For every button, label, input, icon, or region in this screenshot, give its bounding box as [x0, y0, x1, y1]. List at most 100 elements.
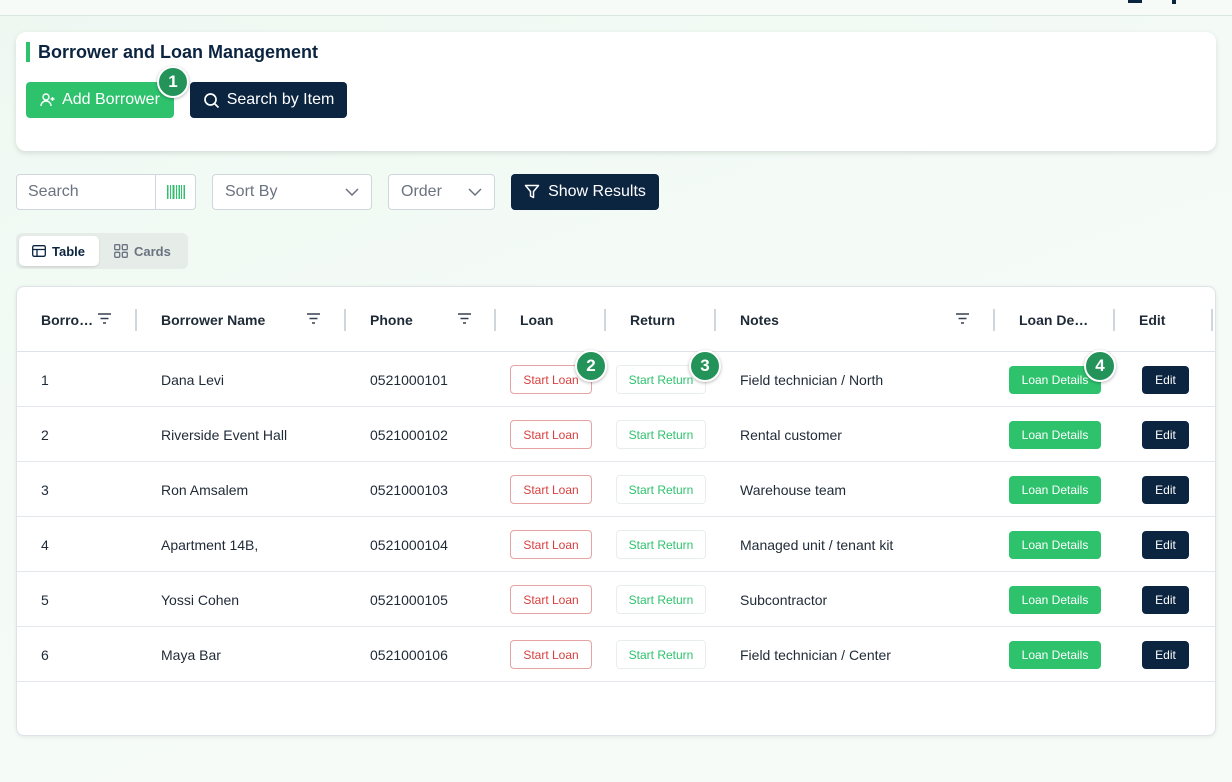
start-return-button[interactable]: Start Return [616, 585, 706, 614]
search-icon [203, 92, 219, 108]
cell-phone: 0521000106 [370, 646, 448, 663]
column-header-label: Notes [740, 311, 779, 328]
start-return-button[interactable]: Start Return [616, 475, 706, 504]
loan-details-button[interactable]: Loan Details [1009, 476, 1101, 504]
start-return-button[interactable]: Start Return [616, 530, 706, 559]
column-header-label: Borrower Name [161, 311, 266, 328]
cell-borrower-name: Riverside Event Hall [161, 426, 288, 443]
table-row: 4 Apartment 14B, 0521000104 Start Loan Start… [17, 517, 1215, 572]
filter-icon [524, 184, 540, 199]
show-results-label: Show Results [548, 183, 646, 200]
filter-icon[interactable] [457, 312, 472, 325]
table-row: 6 Maya Bar 0521000106 Start Loan Start Retur… [17, 627, 1215, 682]
barcode-scan-button[interactable] [155, 175, 195, 209]
column-header-label: Loan [520, 311, 554, 328]
step-badge-2: 2 [575, 350, 607, 382]
start-loan-button[interactable]: Start Loan [510, 530, 592, 559]
cell-id: 6 [41, 646, 49, 663]
cell-borrower-name: Apartment 14B, [161, 536, 259, 553]
loan-details-button[interactable]: Loan Details [1009, 421, 1101, 449]
edit-button[interactable]: Edit [1142, 531, 1189, 559]
search-by-item-label: Search by Item [226, 91, 335, 108]
cell-phone: 0521000102 [370, 426, 448, 443]
add-user-icon [40, 93, 55, 107]
cell-borrower-name: Maya Bar [161, 646, 221, 663]
sort-by-label: Sort By [225, 183, 278, 200]
barcode-icon [166, 185, 185, 199]
step-badge-1: 1 [157, 66, 189, 98]
stats-icon[interactable] [1128, 0, 1142, 3]
cell-notes: Field technician / Center [740, 646, 891, 663]
start-loan-button[interactable]: Start Loan [510, 640, 592, 669]
filter-icon[interactable] [306, 312, 321, 325]
table-icon [32, 245, 46, 257]
show-results-button[interactable]: Show Results [511, 174, 659, 210]
column-header-return: Return [630, 287, 718, 352]
order-label: Order [401, 183, 442, 200]
add-borrower-label: Add Borrower [62, 91, 160, 108]
search-by-item-button[interactable]: Search by Item [190, 82, 347, 118]
filter-icon[interactable] [97, 312, 112, 325]
filter-icon[interactable] [955, 312, 970, 325]
table-view-tab[interactable]: Table [19, 236, 99, 266]
start-return-button[interactable]: Start Return [616, 640, 706, 669]
table-row: 5 Yossi Cohen 0521000105 Start Loan Start Re… [17, 572, 1215, 627]
table-row: 1 Dana Levi 0521000101 Start Loan Start Retu… [17, 352, 1215, 407]
edit-button[interactable]: Edit [1142, 476, 1189, 504]
search-input[interactable] [17, 175, 155, 209]
column-header-edit: Edit [1139, 287, 1215, 352]
column-header-label: Phone [370, 311, 413, 328]
top-bar [0, 0, 1232, 16]
cell-notes: Managed unit / tenant kit [740, 536, 894, 553]
view-toggle: Table Cards [16, 233, 188, 269]
column-header-label: Edit [1139, 311, 1166, 328]
grid-icon [114, 244, 128, 258]
step-badge-3: 3 [689, 350, 721, 382]
order-select[interactable]: Order [388, 174, 495, 210]
user-icon[interactable] [1172, 0, 1176, 4]
loan-details-button[interactable]: Loan Details [1009, 641, 1101, 669]
chevron-down-icon [468, 188, 482, 196]
cell-phone: 0521000104 [370, 536, 448, 553]
cell-id: 5 [41, 591, 49, 608]
start-loan-button[interactable]: Start Loan [510, 475, 592, 504]
column-header-label: Return [630, 311, 676, 328]
chevron-down-icon [345, 188, 359, 196]
edit-button[interactable]: Edit [1142, 586, 1189, 614]
edit-button[interactable]: Edit [1142, 366, 1189, 394]
page-title: Borrower and Loan Management [26, 42, 318, 62]
cell-id: 4 [41, 536, 49, 553]
cell-borrower-name: Yossi Cohen [161, 591, 240, 608]
step-badge-4: 4 [1084, 350, 1116, 382]
start-loan-button[interactable]: Start Loan [510, 585, 592, 614]
column-header-phone[interactable]: Phone [370, 287, 498, 352]
column-header-name[interactable]: Borrower Name [161, 287, 346, 352]
cell-borrower-name: Dana Levi [161, 371, 225, 388]
sort-by-select[interactable]: Sort By [212, 174, 372, 210]
table-row: 3 Ron Amsalem 0521000103 Start Loan Start Re… [17, 462, 1215, 517]
column-header-notes[interactable]: Notes [740, 287, 996, 352]
start-loan-button[interactable]: Start Loan [510, 420, 592, 449]
borrowers-table: Borro… Borrower Name Phone Loan Return N… [16, 286, 1216, 736]
cell-borrower-name: Ron Amsalem [161, 481, 249, 498]
edit-button[interactable]: Edit [1142, 641, 1189, 669]
column-header-label: Loan De… [1019, 311, 1089, 328]
start-return-button[interactable]: Start Return [616, 420, 706, 449]
cell-phone: 0521000103 [370, 481, 448, 498]
column-header-label: Borro… [41, 311, 94, 328]
column-header-id[interactable]: Borro… [41, 287, 137, 352]
loan-details-button[interactable]: Loan Details [1009, 531, 1101, 559]
cell-id: 3 [41, 481, 49, 498]
cards-view-tab[interactable]: Cards [101, 236, 184, 266]
table-header: Borro… Borrower Name Phone Loan Return N… [17, 287, 1215, 352]
add-borrower-button[interactable]: Add Borrower [26, 82, 174, 118]
cell-id: 2 [41, 426, 49, 443]
cell-phone: 0521000101 [370, 371, 448, 388]
cards-view-label: Cards [134, 243, 171, 259]
cell-phone: 0521000105 [370, 591, 448, 608]
loan-details-button[interactable]: Loan Details [1009, 586, 1101, 614]
column-header-loan: Loan [520, 287, 608, 352]
edit-button[interactable]: Edit [1142, 421, 1189, 449]
table-row: 2 Riverside Event Hall 0521000102 Start Loa… [17, 407, 1215, 462]
cell-id: 1 [41, 371, 49, 388]
